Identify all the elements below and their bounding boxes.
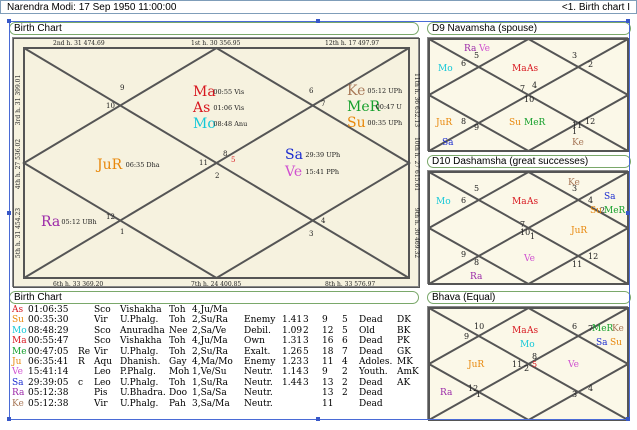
resize-handle[interactable]: [7, 19, 11, 23]
window-title-bar: Narendra Modi: 17 Sep 1950 11:00:00 <1. …: [0, 0, 637, 14]
selection-frame: [9, 21, 630, 420]
resize-handle[interactable]: [316, 417, 320, 421]
chart-selector-link[interactable]: <1. Birth chart I: [562, 2, 630, 13]
resize-handle[interactable]: [626, 19, 630, 23]
resize-handle[interactable]: [626, 211, 630, 215]
resize-handle[interactable]: [316, 19, 320, 23]
resize-handle[interactable]: [7, 417, 11, 421]
resize-handle[interactable]: [7, 211, 11, 215]
chart-subject: Narendra Modi: 17 Sep 1950 11:00:00: [7, 2, 177, 13]
resize-handle[interactable]: [626, 417, 630, 421]
